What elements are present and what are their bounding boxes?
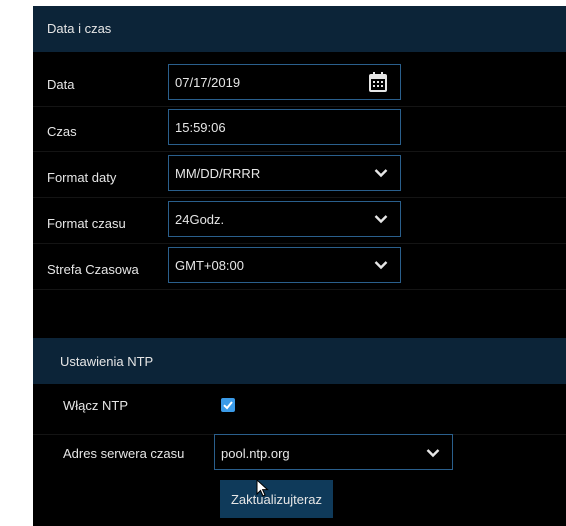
- date-time-section-header: Data i czas: [33, 6, 566, 52]
- chevron-down-icon: [374, 169, 388, 178]
- timezone-row: Strefa Czasowa GMT+08:00: [33, 247, 566, 290]
- date-time-settings-panel: Data i czas Data 07/17/2019 Czas 15:59:0…: [33, 6, 566, 526]
- time-server-value: pool.ntp.org: [221, 446, 290, 461]
- time-format-value: 24Godz.: [175, 212, 225, 227]
- date-format-select[interactable]: MM/DD/RRRR: [168, 155, 401, 191]
- ntp-section-header: Ustawienia NTP: [33, 338, 566, 384]
- time-server-label: Adres serwera czasu: [63, 446, 185, 461]
- date-format-value: MM/DD/RRRR: [175, 166, 261, 181]
- time-server-select[interactable]: pool.ntp.org: [214, 434, 453, 470]
- time-row: Czas 15:59:06: [33, 109, 566, 152]
- time-server-row: Adres serwera czasu pool.ntp.org: [33, 434, 566, 477]
- enable-ntp-row: Włącz NTP: [33, 392, 566, 435]
- time-input[interactable]: 15:59:06: [168, 109, 401, 145]
- time-format-row: Format czasu 24Godz.: [33, 201, 566, 244]
- section-title-date-time: Data i czas: [47, 21, 112, 36]
- chevron-down-icon: [374, 261, 388, 270]
- date-format-row: Format daty MM/DD/RRRR: [33, 155, 566, 198]
- time-value: 15:59:06: [175, 120, 226, 135]
- date-input[interactable]: 07/17/2019: [168, 64, 401, 100]
- date-value: 07/17/2019: [175, 75, 241, 90]
- time-format-select[interactable]: 24Godz.: [168, 201, 401, 237]
- calendar-icon[interactable]: [368, 71, 388, 93]
- checkmark-icon: [223, 401, 233, 410]
- time-label: Czas: [47, 124, 77, 139]
- timezone-value: GMT+08:00: [175, 258, 245, 273]
- date-row: Data 07/17/2019: [33, 64, 566, 107]
- date-label: Data: [47, 77, 75, 92]
- enable-ntp-label: Włącz NTP: [63, 398, 128, 413]
- enable-ntp-checkbox[interactable]: [221, 398, 235, 412]
- section-title-ntp: Ustawienia NTP: [60, 354, 154, 369]
- chevron-down-icon: [426, 449, 440, 458]
- mouse-cursor-icon: [256, 479, 269, 497]
- chevron-down-icon: [374, 215, 388, 224]
- time-format-label: Format czasu: [47, 216, 126, 231]
- date-format-label: Format daty: [47, 170, 117, 185]
- timezone-label: Strefa Czasowa: [47, 262, 139, 277]
- update-now-button[interactable]: Zaktualizujteraz: [220, 480, 333, 518]
- timezone-select[interactable]: GMT+08:00: [168, 247, 401, 283]
